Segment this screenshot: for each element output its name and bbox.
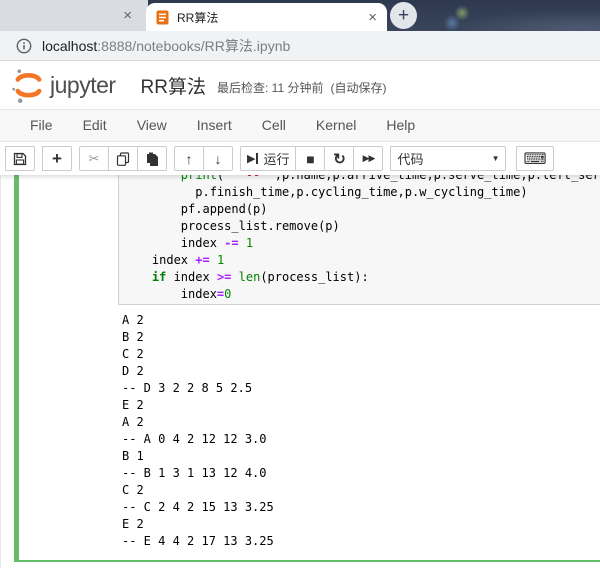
scissors-icon: ✂	[88, 150, 100, 166]
move-cell-down-button[interactable]: ↓	[203, 146, 233, 171]
fast-forward-icon: ▶▶	[362, 153, 376, 163]
stop-icon: ■	[306, 150, 315, 167]
interrupt-kernel-button[interactable]: ■	[295, 146, 326, 171]
page-left-edge	[0, 175, 1, 568]
arrow-down-icon: ↓	[214, 150, 222, 167]
restart-run-all-button[interactable]: ▶▶	[353, 146, 384, 171]
browser-tab-active[interactable]: RR算法 ×	[146, 3, 387, 31]
menu-help[interactable]: Help	[371, 110, 430, 141]
run-icon: ▶	[247, 153, 256, 165]
browser-tab-inactive[interactable]: ×	[0, 0, 148, 31]
menu-edit[interactable]: Edit	[68, 110, 122, 141]
code-cell-output: A 2B 2C 2D 2 -- D 3 2 2 8 5 2.5 E 2A 2 -- A…	[122, 312, 600, 550]
menu-view[interactable]: View	[122, 110, 182, 141]
chevron-down-icon: ▼	[491, 154, 500, 163]
run-cell-button[interactable]: ▶ 运行	[240, 146, 297, 171]
cell-type-dropdown[interactable]: 代码 ▼	[390, 146, 507, 171]
cell-type-value: 代码	[397, 152, 424, 167]
selected-cell-bottom-border	[14, 560, 600, 562]
copy-cell-button[interactable]	[108, 146, 138, 171]
checkpoint-status: 最后检查: 11 分钟前	[217, 80, 324, 95]
save-button[interactable]	[5, 146, 35, 171]
run-label: 运行	[263, 152, 290, 167]
notebook-title[interactable]: RR算法	[141, 72, 206, 99]
restart-kernel-button[interactable]: ↻	[324, 146, 355, 171]
jupyter-header: jupyter RR算法 最后检查: 11 分钟前 (自动保存)	[0, 61, 600, 110]
close-tab-icon[interactable]: ×	[368, 10, 377, 25]
menu-kernel[interactable]: Kernel	[301, 110, 371, 141]
url-host: localhost	[42, 37, 98, 54]
menu-cell[interactable]: Cell	[247, 110, 301, 141]
close-tab-icon[interactable]: ×	[123, 8, 132, 23]
code-cell-input[interactable]: print(" -- ",p.name,p.arrive_time,p.serv…	[118, 175, 600, 305]
restart-icon: ↻	[333, 150, 346, 168]
autosave-status: (自动保存)	[330, 80, 387, 95]
keyboard-icon: ⌨	[523, 150, 547, 168]
url-path: :8888/notebooks/RR算法.ipynb	[97, 37, 291, 54]
paste-icon	[146, 152, 158, 166]
arrow-up-icon: ↑	[185, 150, 193, 167]
save-icon	[13, 152, 27, 165]
url-text[interactable]: localhost:8888/notebooks/RR算法.ipynb	[42, 36, 290, 56]
new-tab-button[interactable]: +	[390, 2, 417, 29]
paste-cell-button[interactable]	[137, 146, 167, 171]
notebook-area: print(" -- ",p.name,p.arrive_time,p.serv…	[0, 175, 600, 568]
browser-tab-strip: × RR算法 × +	[0, 0, 600, 31]
jupyter-logo-icon	[12, 68, 42, 103]
menubar: File Edit View Insert Cell Kernel Help	[0, 110, 600, 142]
cut-cell-button[interactable]: ✂	[79, 146, 109, 171]
toolbar: + ✂ ↑ ↓ ▶ 运行 ■ ↻ ▶▶ 代码 ▼ ⌨	[0, 142, 600, 175]
move-cell-up-button[interactable]: ↑	[174, 146, 204, 171]
copy-icon	[116, 151, 130, 166]
add-cell-button[interactable]: +	[42, 146, 72, 171]
menu-file[interactable]: File	[15, 110, 68, 141]
site-info-icon[interactable]	[16, 38, 32, 54]
plus-icon: +	[52, 148, 62, 168]
code-editor[interactable]: print(" -- ",p.name,p.arrive_time,p.serv…	[123, 175, 600, 303]
jupyter-logo-text: jupyter	[50, 71, 116, 98]
run-icon-bar	[256, 153, 259, 164]
output-text: A 2B 2C 2D 2 -- D 3 2 2 8 5 2.5 E 2A 2 -- A…	[122, 313, 274, 548]
menu-insert[interactable]: Insert	[182, 110, 247, 141]
selected-cell-indicator	[14, 175, 19, 562]
jupyter-logo[interactable]: jupyter	[10, 67, 116, 104]
browser-url-bar[interactable]: localhost:8888/notebooks/RR算法.ipynb	[0, 31, 600, 61]
command-palette-button[interactable]: ⌨	[516, 146, 554, 171]
active-tab-title: RR算法	[177, 10, 219, 25]
notebook-favicon-icon	[156, 10, 169, 25]
